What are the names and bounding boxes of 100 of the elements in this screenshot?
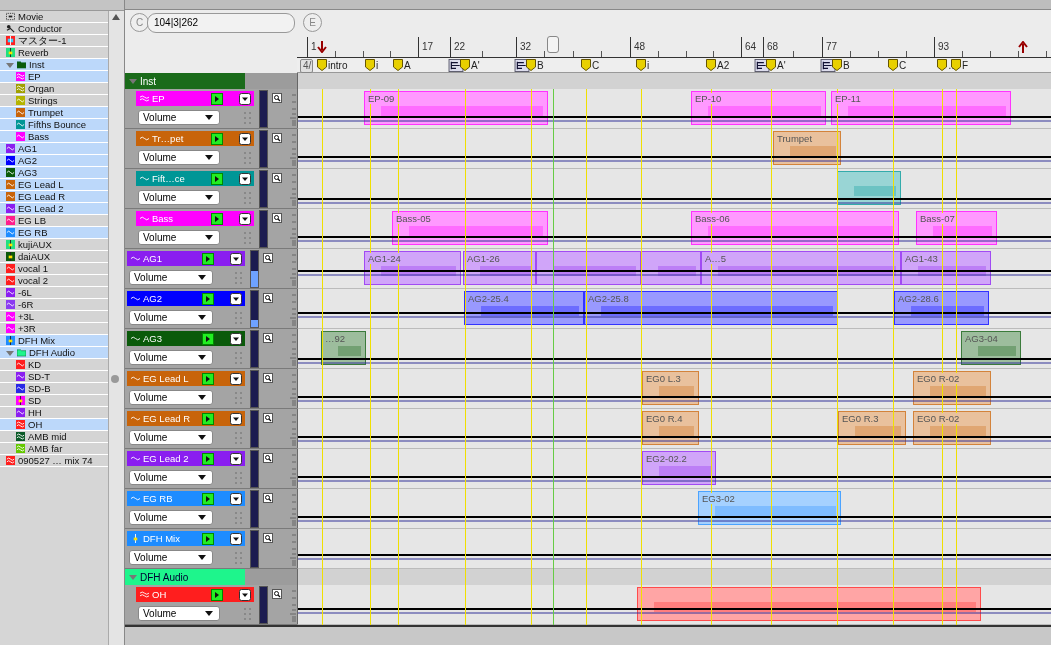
sidebar-item[interactable]: Trumpet [0, 107, 109, 119]
automation-dropdown[interactable]: Volume [129, 350, 213, 365]
sidebar-item[interactable]: OH [0, 419, 109, 431]
track-menu-button[interactable] [239, 172, 251, 185]
marker-flag-icon[interactable] [317, 59, 327, 71]
grip-icon[interactable] [235, 551, 243, 564]
automation-dropdown[interactable]: Volume [129, 510, 213, 525]
play-button[interactable] [202, 292, 214, 305]
marker-flag-icon[interactable] [393, 59, 403, 71]
zoom-icon[interactable] [272, 133, 282, 143]
track-menu-button[interactable] [230, 292, 242, 305]
track-name-bar[interactable]: EG Lead R [127, 411, 245, 426]
track-name-bar[interactable]: Fift…ce [136, 171, 254, 186]
zoom-icon[interactable] [272, 93, 282, 103]
marker-label[interactable]: A' [471, 59, 480, 72]
grip-icon[interactable] [235, 471, 243, 484]
sidebar-item[interactable]: EG Lead 2 [0, 203, 109, 215]
automation-dropdown[interactable]: Volume [129, 270, 213, 285]
sidebar-item[interactable]: EG Lead R [0, 191, 109, 203]
sidebar-item[interactable]: Bass [0, 131, 109, 143]
track-menu-button[interactable] [230, 372, 242, 385]
automation-dropdown[interactable]: Volume [129, 430, 213, 445]
sidebar-item[interactable]: EG LB [0, 215, 109, 227]
marker-label[interactable]: intro [328, 59, 348, 72]
zoom-icon[interactable] [263, 373, 273, 383]
zoom-icon[interactable] [263, 413, 273, 423]
automation-dropdown[interactable]: Volume [129, 390, 213, 405]
track-name-bar[interactable]: EG Lead L [127, 371, 245, 386]
play-button[interactable] [202, 452, 214, 465]
marker-flag-icon[interactable] [365, 59, 375, 71]
scroll-thumb[interactable] [111, 375, 120, 383]
marker-label[interactable]: i [647, 59, 650, 72]
signature-icon[interactable] [514, 59, 530, 72]
sidebar-item[interactable]: DFH Mix [0, 335, 109, 347]
marker-label[interactable]: B [843, 59, 850, 72]
sidebar-item[interactable]: vocal 1 [0, 263, 109, 275]
sidebar-item[interactable]: DFH Audio [0, 347, 109, 359]
automation-dropdown[interactable]: Volume [138, 230, 220, 245]
track-menu-button[interactable] [230, 532, 242, 545]
track-menu-button[interactable] [239, 132, 251, 145]
track-menu-button[interactable] [239, 588, 251, 601]
sidebar-item[interactable]: EG RB [0, 227, 109, 239]
sidebar-item[interactable]: Reverb [0, 47, 109, 59]
marker-flag-icon[interactable] [937, 59, 947, 71]
automation-dropdown[interactable]: Volume [129, 550, 213, 565]
sidebar-item[interactable]: 090527 … mix 74 [0, 455, 109, 467]
sidebar-item[interactable]: EP [0, 71, 109, 83]
sidebar-item[interactable]: Strings [0, 95, 109, 107]
track-name-bar[interactable]: Tr…pet [136, 131, 254, 146]
sidebar-item[interactable]: +3R [0, 323, 109, 335]
marker-label[interactable]: A' [777, 59, 786, 72]
sidebar-item[interactable]: AG2 [0, 155, 109, 167]
marker-label[interactable]: i [376, 59, 379, 72]
track-menu-button[interactable] [230, 492, 242, 505]
automation-dropdown[interactable]: Volume [138, 110, 220, 125]
play-button[interactable] [211, 172, 223, 185]
sidebar-item[interactable]: AMB mid [0, 431, 109, 443]
track-menu-button[interactable] [230, 252, 242, 265]
sidebar-item[interactable]: SD [0, 395, 109, 407]
time-signature[interactable]: 4/ [300, 59, 314, 73]
grip-icon[interactable] [235, 511, 243, 524]
grip-icon[interactable] [244, 151, 252, 164]
play-button[interactable] [202, 412, 214, 425]
grip-icon[interactable] [235, 391, 243, 404]
marker-flag-icon[interactable] [766, 59, 776, 71]
grip-icon[interactable] [244, 191, 252, 204]
play-button[interactable] [202, 492, 214, 505]
track-menu-button[interactable] [230, 452, 242, 465]
grip-icon[interactable] [244, 231, 252, 244]
marker-label[interactable]: F [962, 59, 969, 72]
arrow-up-icon[interactable] [1018, 41, 1028, 53]
sidebar-item[interactable]: SD-B [0, 383, 109, 395]
sidebar-item[interactable]: daiAUX [0, 251, 109, 263]
zoom-icon[interactable] [263, 533, 273, 543]
marker-flag-icon[interactable] [460, 59, 470, 71]
marker-flag-icon[interactable] [526, 59, 536, 71]
automation-dropdown[interactable]: Volume [138, 150, 220, 165]
sidebar-item[interactable]: AG3 [0, 167, 109, 179]
marker-label[interactable]: A [404, 59, 411, 72]
automation-dropdown[interactable]: Volume [129, 310, 213, 325]
marker-label[interactable]: A2 [717, 59, 730, 72]
sidebar-item[interactable]: vocal 2 [0, 275, 109, 287]
position-counter[interactable]: 104|3|262 [147, 12, 295, 33]
signature-icon[interactable] [754, 59, 770, 72]
scroll-up-arrow-icon[interactable] [112, 14, 121, 20]
play-button[interactable] [202, 332, 214, 345]
sidebar-item[interactable]: AG1 [0, 143, 109, 155]
sidebar-item[interactable]: -6R [0, 299, 109, 311]
track-name-bar[interactable]: OH [136, 587, 254, 602]
sidebar-item[interactable]: Inst [0, 59, 109, 71]
signature-icon[interactable] [448, 59, 464, 72]
grip-icon[interactable] [235, 351, 243, 364]
automation-dropdown[interactable]: Volume [129, 470, 213, 485]
sidebar-item[interactable]: Organ [0, 83, 109, 95]
play-button[interactable] [202, 252, 214, 265]
track-name-bar[interactable]: AG3 [127, 331, 245, 346]
sidebar-item[interactable]: SD-T [0, 371, 109, 383]
grip-icon[interactable] [235, 311, 243, 324]
zoom-icon[interactable] [263, 493, 273, 503]
sidebar-item[interactable]: EG Lead L [0, 179, 109, 191]
